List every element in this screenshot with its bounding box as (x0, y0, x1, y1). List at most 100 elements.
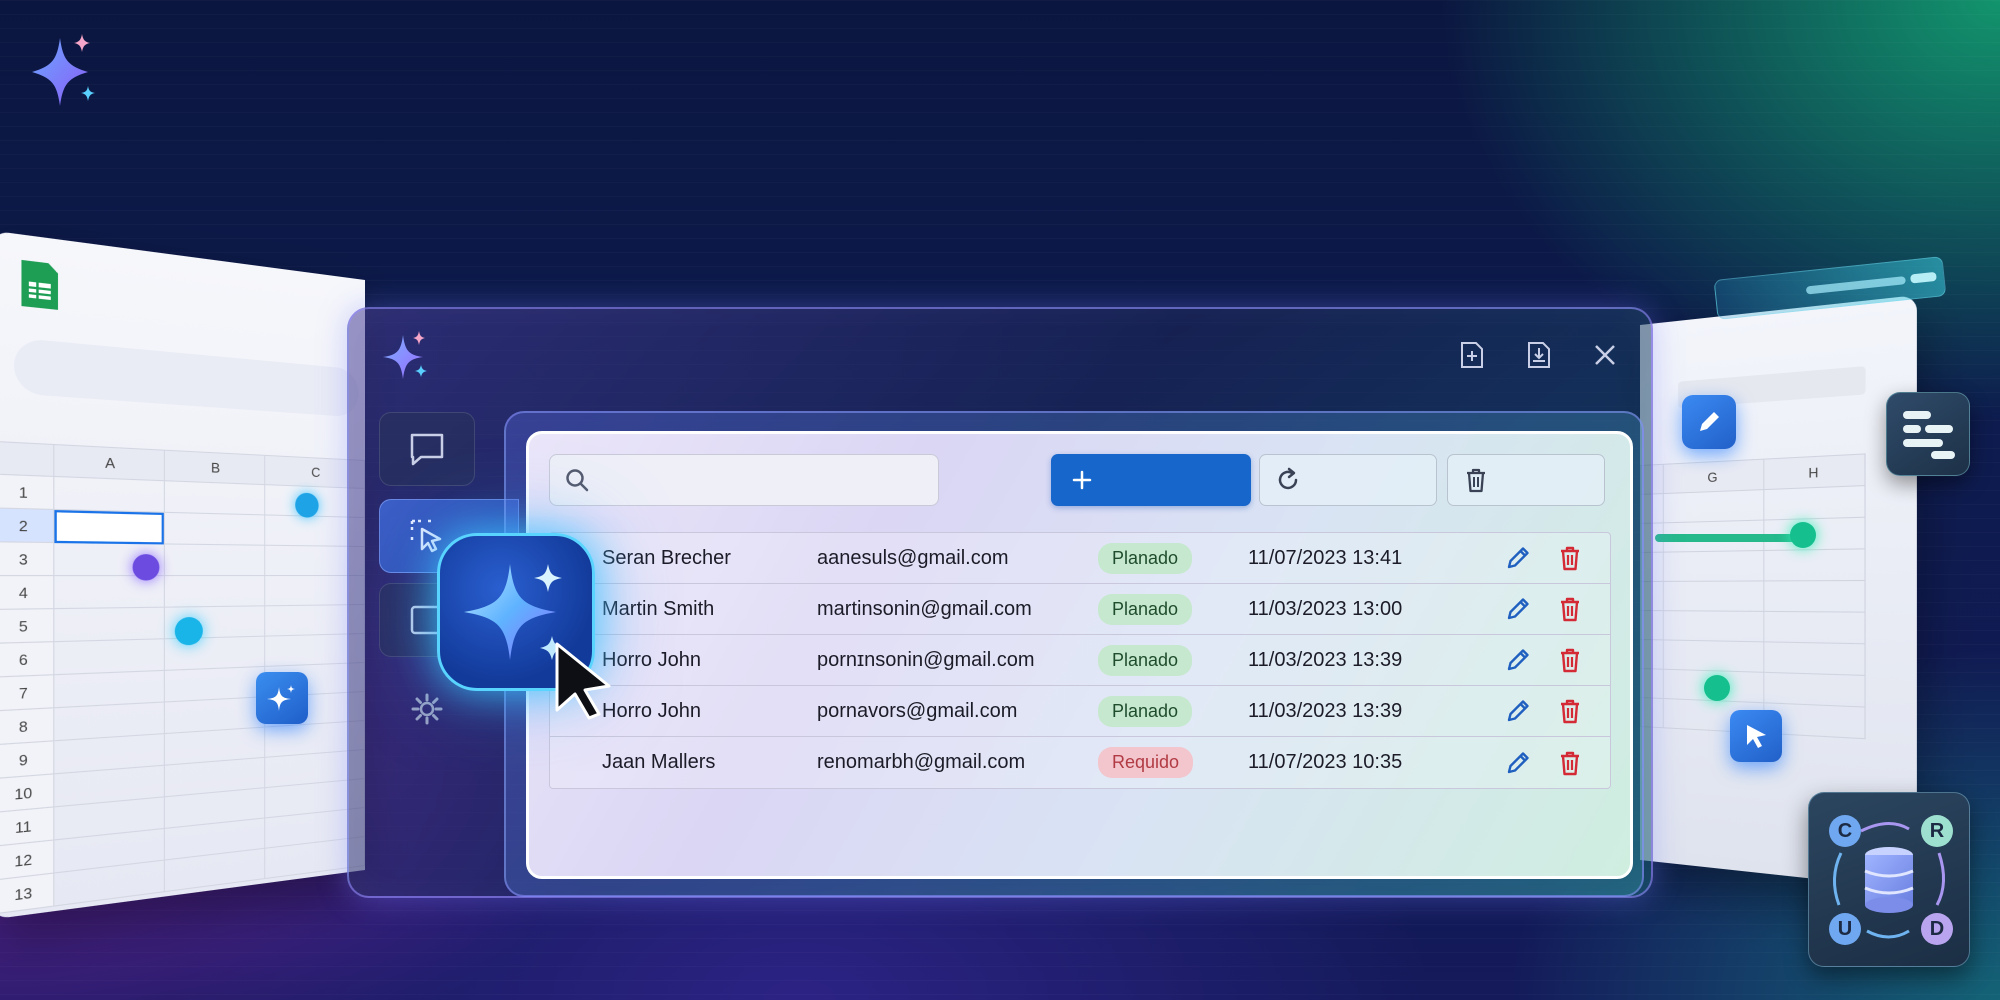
pencil-icon (1507, 598, 1529, 620)
table-row[interactable]: Seran Brecher aanesuls@gmail.com Planado 11… (550, 533, 1610, 584)
row-name: Horro John (602, 648, 701, 671)
plus-icon (1072, 470, 1092, 490)
delete-button[interactable] (1447, 454, 1605, 506)
ai-sparkle-chip[interactable] (256, 672, 308, 724)
table-row[interactable]: Martin Smith martinsonin@gmail.com Planado… (550, 584, 1610, 635)
refresh-button[interactable] (1259, 454, 1437, 506)
trash-icon (1561, 699, 1579, 724)
row-email: renomarbh@gmail.com (817, 751, 1026, 773)
row-date: 11/03/2023 13:00 (1248, 597, 1403, 620)
save-file-button[interactable] (1521, 337, 1557, 373)
column-header[interactable]: H (1763, 453, 1866, 490)
trash-icon (1561, 546, 1579, 571)
save-file-icon (1528, 342, 1550, 368)
column-header[interactable]: G (1663, 459, 1764, 494)
row-name: Horro John (602, 699, 701, 722)
delete-row-button[interactable] (1554, 747, 1586, 779)
crud-delete-badge: D (1921, 913, 1953, 945)
crud-read-badge: R (1921, 815, 1953, 847)
content-panel-frame: Seran Brecher aanesuls@gmail.com Planado 11… (504, 411, 1644, 897)
row-header[interactable]: 7 (0, 674, 54, 712)
delete-row-button[interactable] (1554, 695, 1586, 727)
table-row[interactable]: Jaan Mallers renomarbh@gmail.com Requido 11… (550, 737, 1610, 788)
close-icon (1595, 345, 1615, 365)
row-name: Seran Brecher (602, 546, 731, 569)
crud-update-badge: U (1829, 913, 1861, 945)
content-panel: Seran Brecher aanesuls@gmail.com Planado 11… (526, 431, 1633, 879)
refresh-icon (1278, 467, 1298, 490)
pencil-icon (1700, 412, 1719, 431)
pointer-chip[interactable] (1730, 710, 1782, 762)
sparkle-logo-icon (32, 34, 95, 106)
crud-create-badge: C (1829, 815, 1861, 847)
crud-badge: C R U D (1808, 792, 1970, 967)
row-header[interactable]: 5 (0, 608, 54, 644)
row-email: martinsonin@gmail.com (817, 597, 1032, 620)
row-name: Jaan Mallers (602, 751, 716, 773)
row-email: pornavors@gmail.com (817, 699, 1018, 722)
trash-icon (1561, 597, 1579, 622)
delete-row-button[interactable] (1554, 593, 1586, 625)
edit-row-button[interactable] (1502, 542, 1534, 574)
text-lines-chip (1886, 392, 1970, 476)
close-button[interactable] (1587, 337, 1623, 373)
mouse-cursor-icon (555, 642, 611, 720)
table-row[interactable]: Horro John pornɪnsonin@gmail.com Planado 11… (550, 635, 1610, 686)
edit-row-button[interactable] (1502, 644, 1534, 676)
status-badge: Requido (1098, 747, 1194, 778)
edit-row-button[interactable] (1502, 747, 1534, 779)
row-header[interactable]: 1 (0, 474, 54, 510)
selected-cell[interactable] (53, 509, 164, 544)
delete-row-button[interactable] (1554, 542, 1586, 574)
sparkle-icon (267, 685, 295, 711)
gear-icon (411, 693, 443, 725)
search-input[interactable] (602, 469, 922, 491)
status-badge: Planado (1098, 695, 1193, 727)
slider-knob[interactable] (132, 554, 160, 581)
status-badge: Planado (1098, 593, 1193, 625)
slider-knob[interactable] (1790, 522, 1816, 548)
column-header[interactable]: B (163, 450, 265, 485)
text-lines-icon (1903, 411, 1955, 459)
status-badge: Planado (1098, 644, 1193, 676)
row-date: 11/03/2023 13:39 (1248, 699, 1403, 722)
pencil-icon (1507, 649, 1529, 671)
new-file-button[interactable] (1454, 337, 1490, 373)
add-button[interactable] (1051, 454, 1251, 506)
row-header[interactable]: 4 (0, 575, 54, 610)
google-sheets-icon (21, 259, 59, 310)
new-file-icon (1461, 342, 1483, 368)
row-header[interactable]: 13 (0, 873, 54, 915)
row-date: 11/03/2023 13:39 (1248, 648, 1403, 671)
column-header[interactable]: A (53, 444, 164, 481)
row-date: 11/07/2023 10:35 (1248, 751, 1403, 773)
row-header[interactable]: 3 (0, 541, 54, 576)
pencil-icon (1507, 700, 1529, 722)
cursor-icon (1747, 725, 1766, 748)
row-header[interactable]: 9 (0, 740, 54, 779)
edit-chip[interactable] (1682, 395, 1736, 449)
delete-row-button[interactable] (1554, 644, 1586, 676)
row-date: 11/07/2023 13:41 (1248, 546, 1403, 569)
row-email: pornɪnsonin@gmail.com (817, 648, 1035, 671)
trash-icon (1467, 468, 1485, 493)
row-email: aanesuls@gmail.com (817, 546, 1009, 569)
formula-bar (14, 337, 359, 418)
row-header[interactable]: 2 (0, 507, 54, 543)
trash-icon (1561, 648, 1579, 673)
slider-knob[interactable] (1704, 675, 1730, 701)
slider-knob[interactable] (295, 492, 319, 518)
row-header[interactable]: 6 (0, 641, 54, 678)
search-box[interactable] (549, 454, 939, 506)
sparkle-logo-icon (383, 331, 427, 379)
spreadsheet-grid: G H (1640, 453, 1866, 739)
records-table: Seran Brecher aanesuls@gmail.com Planado 11… (549, 532, 1611, 789)
table-row[interactable]: Horro John pornavors@gmail.com Planado 11/0… (550, 686, 1610, 737)
sidebar-chat-button[interactable] (379, 412, 475, 486)
edit-row-button[interactable] (1502, 695, 1534, 727)
search-icon (566, 469, 589, 492)
chat-icon (410, 433, 444, 466)
edit-row-button[interactable] (1502, 593, 1534, 625)
row-header[interactable]: 8 (0, 707, 54, 745)
trash-icon (1561, 751, 1579, 775)
